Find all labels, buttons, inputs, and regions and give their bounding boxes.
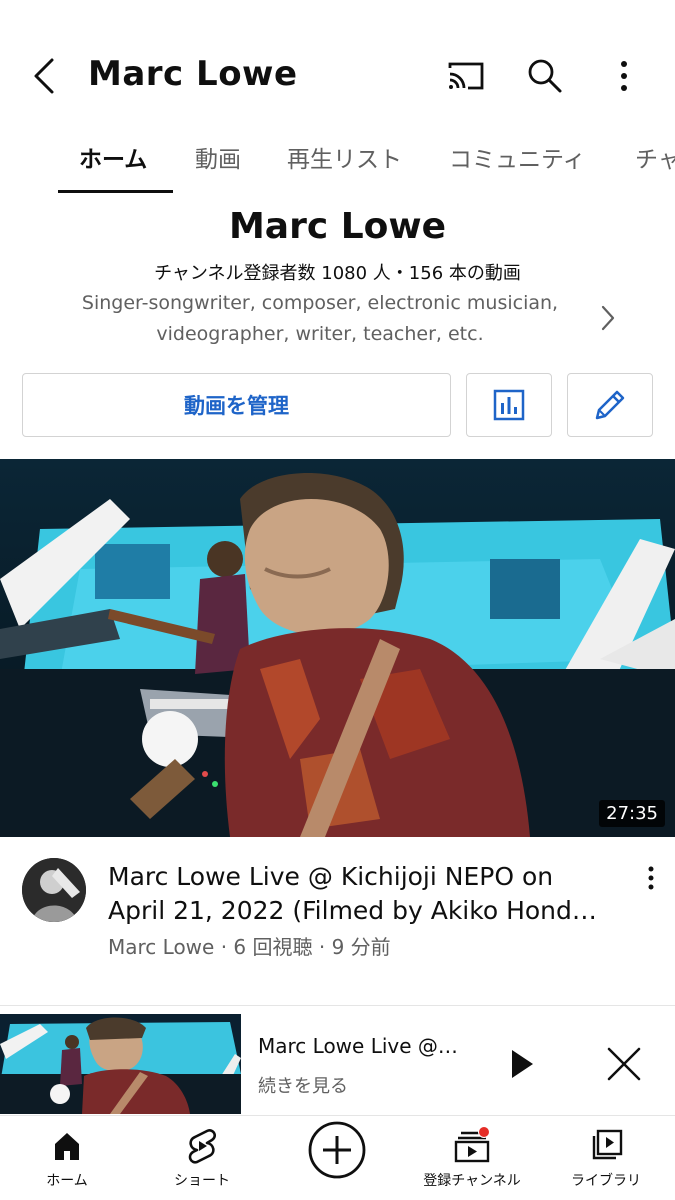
manage-videos-button[interactable]: 動画を管理 [22,373,451,437]
channel-description[interactable]: Singer-songwriter, composer, electronic … [40,288,600,350]
subscriptions-icon [452,1126,492,1166]
close-icon [607,1047,641,1081]
mini-player-close-button[interactable] [602,1042,646,1086]
nav-shorts-label: ショート [174,1173,230,1189]
channel-tabs: ホーム 動画 再生リスト コミュニティ チャ [0,130,675,194]
create-plus-icon [307,1120,367,1180]
search-icon [528,59,562,93]
tab-community[interactable]: コミュニティ [449,140,586,174]
mini-player: Marc Lowe Live @… 続きを見る [0,1005,675,1115]
nav-home[interactable]: ホーム [2,1126,132,1200]
video-more-button[interactable] [636,860,666,896]
nav-library[interactable]: ライブラリ [541,1126,671,1200]
edit-channel-button[interactable] [567,373,653,437]
bottom-navigation: ホーム ショート 登録チャンネル ライブラリ [0,1115,675,1200]
mini-player-play-button[interactable] [500,1042,544,1086]
video-title-line: Marc Lowe Live @ Kichijoji NEPO on [108,862,554,891]
cast-button[interactable] [444,54,488,98]
channel-stats: チャンネル登録者数 1080 人・156 本の動画 [154,263,521,284]
tab-videos[interactable]: 動画 [195,140,241,174]
pencil-icon [595,390,625,420]
home-icon [47,1126,87,1166]
chevron-right-icon [601,305,615,331]
thumbnail-image [0,459,675,837]
video-title[interactable]: Marc Lowe Live @ Kichijoji NEPO on April… [108,860,628,928]
more-vert-icon [648,866,654,890]
nav-shorts[interactable]: ショート [137,1126,267,1200]
analytics-button[interactable] [466,373,552,437]
avatar-image [22,858,86,922]
nav-subscriptions[interactable]: 登録チャンネル [407,1126,537,1200]
back-button[interactable] [24,52,64,100]
video-duration-badge: 27:35 [599,800,665,827]
nav-subscriptions-label: 登録チャンネル [423,1173,521,1189]
video-meta: Marc Lowe · 6 回視聴 · 9 分前 [108,935,391,959]
description-line: Singer-songwriter, composer, electronic … [81,292,559,314]
active-tab-indicator [58,190,173,193]
mini-thumbnail-image [0,1014,241,1114]
shorts-icon [182,1126,222,1166]
tab-playlists[interactable]: 再生リスト [287,140,402,174]
mini-player-title[interactable]: Marc Lowe Live @… [258,1034,478,1058]
nav-create[interactable] [272,1120,402,1195]
video-title-line: April 21, 2022 (Filmed by Akiko Hond… [108,896,597,925]
tab-channels[interactable]: チャ [635,140,675,174]
app-bar: Marc Lowe [0,0,675,130]
mini-player-thumbnail[interactable] [0,1014,241,1114]
channel-name: Marc Lowe [228,206,447,247]
cast-icon [448,62,484,90]
nav-home-label: ホーム [46,1173,88,1189]
channel-avatar[interactable] [22,858,86,922]
analytics-icon [493,389,525,421]
search-button[interactable] [523,54,567,98]
appbar-channel-title: Marc Lowe [88,54,298,94]
video-thumbnail[interactable]: 27:35 [0,459,675,837]
play-icon [512,1050,533,1078]
notification-dot [478,1126,490,1138]
mini-player-subtitle[interactable]: 続きを見る [258,1072,348,1098]
more-options-button[interactable] [602,54,646,98]
description-expand-button[interactable] [594,302,622,334]
library-icon [586,1126,626,1166]
more-vert-icon [621,61,627,91]
back-arrow-icon [34,58,54,94]
nav-library-label: ライブラリ [571,1173,641,1189]
tab-home[interactable]: ホーム [79,140,147,174]
description-line: videographer, writer, teacher, etc. [156,323,484,345]
